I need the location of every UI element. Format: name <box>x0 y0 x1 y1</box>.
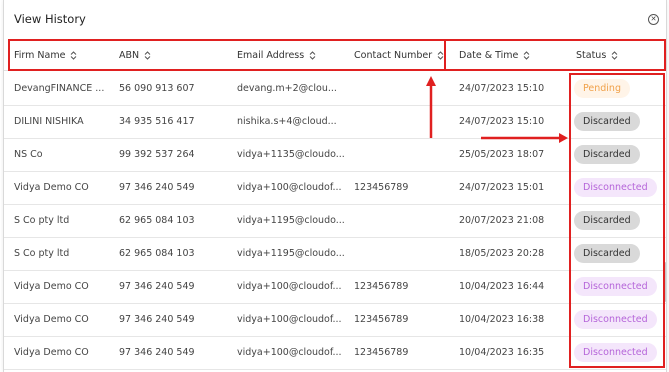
cell-abn: 97 346 240 549 <box>119 347 195 358</box>
cell-email: vidya+100@cloudof... <box>237 182 342 193</box>
column-header-label: Contact Number <box>354 50 433 61</box>
cell-contact-number: 123456789 <box>354 281 409 292</box>
cell-contact-number: 123456789 <box>354 182 409 193</box>
cell-email: vidya+100@cloudof... <box>237 347 342 358</box>
scrollbar[interactable] <box>664 262 666 302</box>
cell-firm-name: NS Co <box>14 149 43 160</box>
column-header-firm-name[interactable]: Firm Name <box>14 50 77 61</box>
column-header-date-time[interactable]: Date & Time <box>459 50 530 61</box>
modal-title: View History <box>14 12 86 26</box>
cell-date-time: 24/07/2023 15:10 <box>459 83 545 94</box>
column-header-label: Firm Name <box>14 50 66 61</box>
table-row: Vidya Demo CO 97 346 240 549 vidya+100@c… <box>4 303 666 337</box>
cell-email: nishika.s+4@cloud... <box>237 116 337 127</box>
cell-abn: 97 346 240 549 <box>119 182 195 193</box>
cell-contact-number <box>354 138 454 171</box>
cell-abn: 62 965 084 103 <box>119 248 195 259</box>
cell-abn: 97 346 240 549 <box>119 314 195 325</box>
table-row: Vidya Demo CO 97 346 240 549 vidya+100@c… <box>4 336 666 370</box>
cell-date-time: 25/05/2023 18:07 <box>459 149 545 160</box>
close-icon[interactable]: ✕ <box>648 14 659 25</box>
cell-firm-name: Vidya Demo CO <box>14 314 89 325</box>
cell-date-time: 24/07/2023 15:10 <box>459 116 545 127</box>
cell-email: vidya+100@cloudof... <box>237 314 342 325</box>
cell-contact-number: 123456789 <box>354 347 409 358</box>
cell-firm-name: Vidya Demo CO <box>14 347 89 358</box>
status-badge: Disconnected <box>574 310 657 329</box>
cell-firm-name: S Co pty ltd <box>14 248 70 259</box>
cell-abn: 56 090 913 607 <box>119 83 195 94</box>
column-header-label: Status <box>576 50 607 61</box>
cell-contact-number <box>354 72 454 105</box>
cell-firm-name: S Co pty ltd <box>14 215 70 226</box>
table-row: S Co pty ltd 62 965 084 103 vidya+1195@c… <box>4 237 666 271</box>
cell-abn: 62 965 084 103 <box>119 215 195 226</box>
sort-icon <box>144 51 151 60</box>
status-badge: Disconnected <box>574 343 657 362</box>
cell-firm-name: Vidya Demo CO <box>14 281 89 292</box>
cell-email: vidya+1135@cloudo... <box>237 149 345 160</box>
column-header-email-address[interactable]: Email Address <box>237 50 316 61</box>
cell-email: vidya+1195@cloudo... <box>237 248 345 259</box>
cell-firm-name: DILINI NISHIKA <box>14 116 84 127</box>
table-row: DevangFINANCE ... 56 090 913 607 devang.… <box>4 72 666 106</box>
table-row: Vidya Demo CO 97 346 240 549 vidya+100@c… <box>4 270 666 304</box>
view-history-modal: View History ✕ Firm Name ABN Email Addre… <box>3 0 667 372</box>
sort-icon <box>524 51 530 60</box>
cell-abn: 99 392 537 264 <box>119 149 195 160</box>
cell-email: devang.m+2@clou... <box>237 83 337 94</box>
table-header: Firm Name ABN Email Address Contact Numb… <box>4 40 666 71</box>
table-row: NS Co 99 392 537 264 vidya+1135@cloudo..… <box>4 138 666 172</box>
cell-contact-number: 123456789 <box>354 314 409 325</box>
cell-date-time: 18/05/2023 20:28 <box>459 248 545 259</box>
status-badge: Discarded <box>574 244 640 263</box>
table-row: DILINI NISHIKA 34 935 516 417 nishika.s+… <box>4 105 666 139</box>
cell-contact-number <box>354 237 454 270</box>
sort-icon <box>71 51 77 60</box>
column-header-label: ABN <box>119 50 140 61</box>
cell-date-time: 24/07/2023 15:01 <box>459 182 545 193</box>
sort-icon <box>611 51 618 60</box>
cell-email: vidya+1195@cloudo... <box>237 215 345 226</box>
cell-contact-number <box>354 105 454 138</box>
cell-contact-number <box>354 204 454 237</box>
status-badge: Discarded <box>574 145 640 164</box>
sort-icon <box>309 51 316 60</box>
status-badge: Pending <box>574 79 630 98</box>
cell-email: vidya+100@cloudof... <box>237 281 342 292</box>
column-header-label: Email Address <box>237 50 305 61</box>
cell-date-time: 20/07/2023 21:08 <box>459 215 545 226</box>
table-row: S Co pty ltd 62 965 084 103 vidya+1195@c… <box>4 204 666 238</box>
column-header-status[interactable]: Status <box>576 50 618 61</box>
column-header-label: Date & Time <box>459 50 519 61</box>
cell-date-time: 10/04/2023 16:44 <box>459 281 545 292</box>
status-badge: Discarded <box>574 112 640 131</box>
cell-firm-name: DevangFINANCE ... <box>14 83 105 94</box>
status-badge: Discarded <box>574 211 640 230</box>
status-badge: Disconnected <box>574 277 657 296</box>
cell-abn: 34 935 516 417 <box>119 116 195 127</box>
cell-abn: 97 346 240 549 <box>119 281 195 292</box>
column-header-contact-number[interactable]: Contact Number <box>354 50 444 61</box>
cell-date-time: 10/04/2023 16:35 <box>459 347 545 358</box>
sort-icon <box>437 51 444 60</box>
table-row: Vidya Demo CO 97 346 240 549 vidya+100@c… <box>4 171 666 205</box>
cell-firm-name: Vidya Demo CO <box>14 182 89 193</box>
status-badge: Disconnected <box>574 178 657 197</box>
cell-date-time: 10/04/2023 16:38 <box>459 314 545 325</box>
column-header-abn[interactable]: ABN <box>119 50 151 61</box>
